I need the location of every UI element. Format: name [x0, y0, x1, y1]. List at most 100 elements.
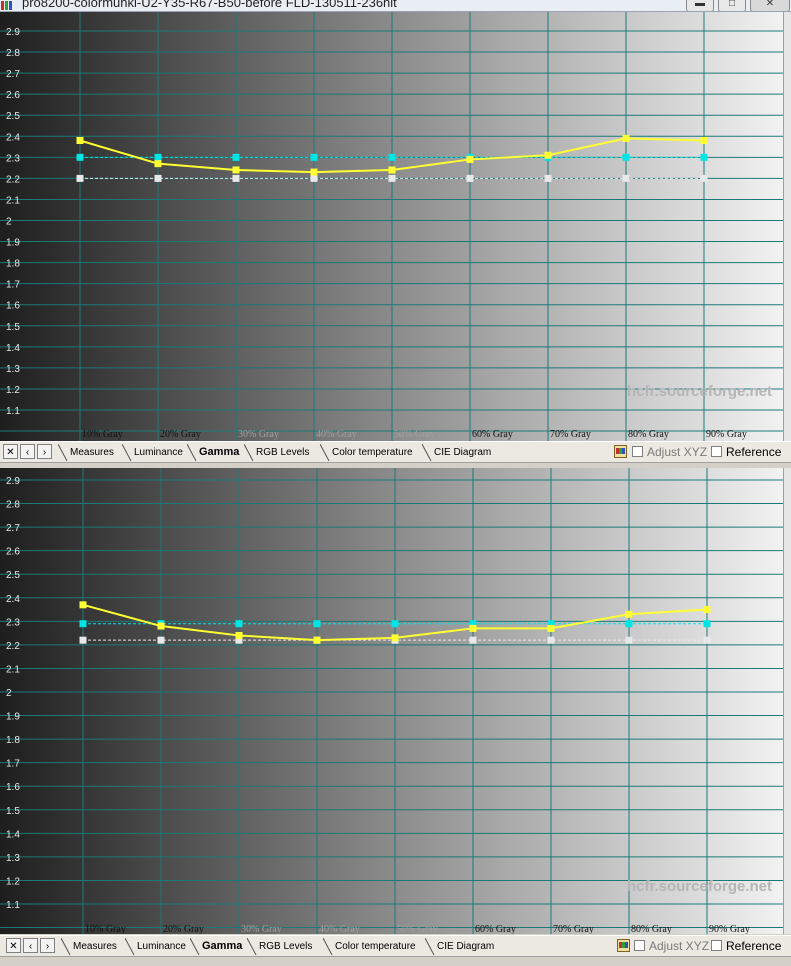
data-point [388, 166, 396, 174]
y-tick-label: 1.8 [6, 259, 20, 270]
y-tick-label: 1.6 [6, 782, 20, 793]
skip-back-icon: ‹ [28, 941, 33, 952]
x-tick-label: 30% Gray [241, 924, 282, 934]
gamma-panel-top: 2.9 2.8 2.7 2.6 2.5 2.4 2.3 2.2 2.1 2 1.9 1.8 1.7 1.6… [0, 12, 791, 463]
chart-background [0, 12, 791, 441]
app-icon [1, 1, 12, 10]
close-view-button[interactable]: ✕ [6, 938, 21, 953]
minimize-icon: ▬ [695, 0, 705, 9]
y-tick-label: 1.8 [6, 735, 20, 746]
tab-luminance[interactable]: Luminance [125, 938, 186, 955]
arrow-right-icon: › [42, 447, 47, 458]
measure-tool-icon[interactable] [614, 445, 627, 458]
data-point [622, 134, 630, 142]
y-tick-label: 2 [6, 217, 12, 228]
first-tab-button[interactable]: ‹ [20, 444, 35, 459]
data-point [79, 601, 87, 609]
maximize-button[interactable]: □ [718, 0, 746, 11]
tab-cie-diagram[interactable]: CIE Diagram [422, 444, 491, 461]
tab-measures[interactable]: Measures [58, 444, 114, 461]
y-tick-label: 1.1 [6, 900, 20, 911]
data-point [232, 174, 240, 182]
x-tick-label: 90% Gray [706, 429, 747, 440]
y-tick-label: 2.1 [6, 195, 20, 206]
data-point [79, 620, 87, 628]
gamma-chart-top: 2.9 2.8 2.7 2.6 2.5 2.4 2.3 2.2 2.1 2 1.9 1.8 1.7 1.6… [0, 12, 791, 441]
data-point [622, 174, 630, 182]
tab-separator-icon [122, 444, 132, 461]
y-tick-label: 2.2 [6, 174, 20, 185]
next-tab-button[interactable]: › [37, 444, 52, 459]
data-point [700, 174, 708, 182]
y-tick-label: 1.4 [6, 343, 20, 354]
reference-checkbox[interactable] [711, 446, 722, 457]
tab-rgb-levels[interactable]: RGB Levels [244, 444, 309, 461]
y-tick-label: 2.8 [6, 48, 20, 59]
tab-label: RGB Levels [259, 941, 313, 952]
tab-label: Luminance [137, 941, 186, 952]
x-tick-label: 10% Gray [82, 429, 123, 440]
tab-rgb-levels[interactable]: RGB Levels [247, 938, 312, 955]
window-title-bar: pro8200-colormunki-U2-Y35-R67-B50-before… [0, 0, 791, 12]
tab-gamma[interactable]: Gamma [190, 938, 242, 955]
data-point [703, 636, 711, 644]
data-point [310, 174, 318, 182]
adjust-xyz-checkbox[interactable] [632, 446, 643, 457]
data-point [625, 620, 633, 628]
y-tick-label: 1.3 [6, 364, 20, 375]
x-tick-label: 50% Gray [394, 429, 435, 440]
data-point [391, 620, 399, 628]
tab-separator-icon [247, 938, 257, 955]
data-point [391, 634, 399, 642]
data-point [157, 636, 165, 644]
tab-separator-icon [190, 938, 200, 955]
tab-bar: ✕ ‹ › Measures Luminance Gamma RGB Level… [0, 935, 791, 957]
next-tab-button[interactable]: › [40, 938, 55, 953]
minimize-button[interactable]: ▬ [686, 0, 714, 11]
x-tick-label: 50% Gray [397, 924, 438, 934]
window-title: pro8200-colormunki-U2-Y35-R67-B50-before… [22, 0, 397, 10]
y-tick-label: 2.9 [6, 27, 20, 38]
x-tick-label: 30% Gray [238, 429, 279, 440]
tab-luminance[interactable]: Luminance [122, 444, 183, 461]
tab-separator-icon [125, 938, 135, 955]
tab-cie-diagram[interactable]: CIE Diagram [425, 938, 494, 955]
reference-checkbox[interactable] [711, 940, 722, 951]
reference-label: Reference [726, 445, 782, 459]
y-tick-label: 1.6 [6, 301, 20, 312]
tab-gamma[interactable]: Gamma [187, 444, 239, 461]
y-tick-label: 2.5 [6, 570, 20, 581]
y-tick-label: 2.1 [6, 664, 20, 675]
y-tick-label: 2.4 [6, 594, 20, 605]
data-point [313, 636, 321, 644]
close-window-button[interactable]: ✕ [750, 0, 790, 11]
data-point [466, 174, 474, 182]
tab-separator-icon [422, 444, 432, 461]
tab-separator-icon [425, 938, 435, 955]
data-point [547, 624, 555, 632]
tab-measures[interactable]: Measures [61, 938, 117, 955]
x-tick-label: 70% Gray [550, 429, 591, 440]
close-view-button[interactable]: ✕ [3, 444, 18, 459]
y-tick-label: 2 [6, 688, 12, 699]
measure-tool-icon[interactable] [617, 939, 630, 952]
tab-color-temperature[interactable]: Color temperature [320, 444, 413, 461]
y-tick-label: 1.7 [6, 759, 20, 770]
y-tick-label: 1.1 [6, 406, 20, 417]
tab-label: CIE Diagram [437, 941, 495, 952]
vertical-scrollbar[interactable] [783, 468, 791, 934]
x-tick-label: 20% Gray [163, 924, 204, 934]
arrow-right-icon: › [45, 941, 50, 952]
vertical-scrollbar[interactable] [783, 12, 791, 441]
first-tab-button[interactable]: ‹ [23, 938, 38, 953]
close-icon: ✕ [765, 0, 775, 9]
x-tick-label: 10% Gray [85, 924, 126, 934]
tab-color-temperature[interactable]: Color temperature [323, 938, 416, 955]
data-point [157, 622, 165, 630]
y-tick-label: 1.4 [6, 829, 20, 840]
y-tick-label: 1.3 [6, 853, 20, 864]
data-point [703, 606, 711, 614]
y-tick-label: 2.8 [6, 500, 20, 511]
adjust-xyz-checkbox[interactable] [634, 940, 645, 951]
data-point [313, 620, 321, 628]
